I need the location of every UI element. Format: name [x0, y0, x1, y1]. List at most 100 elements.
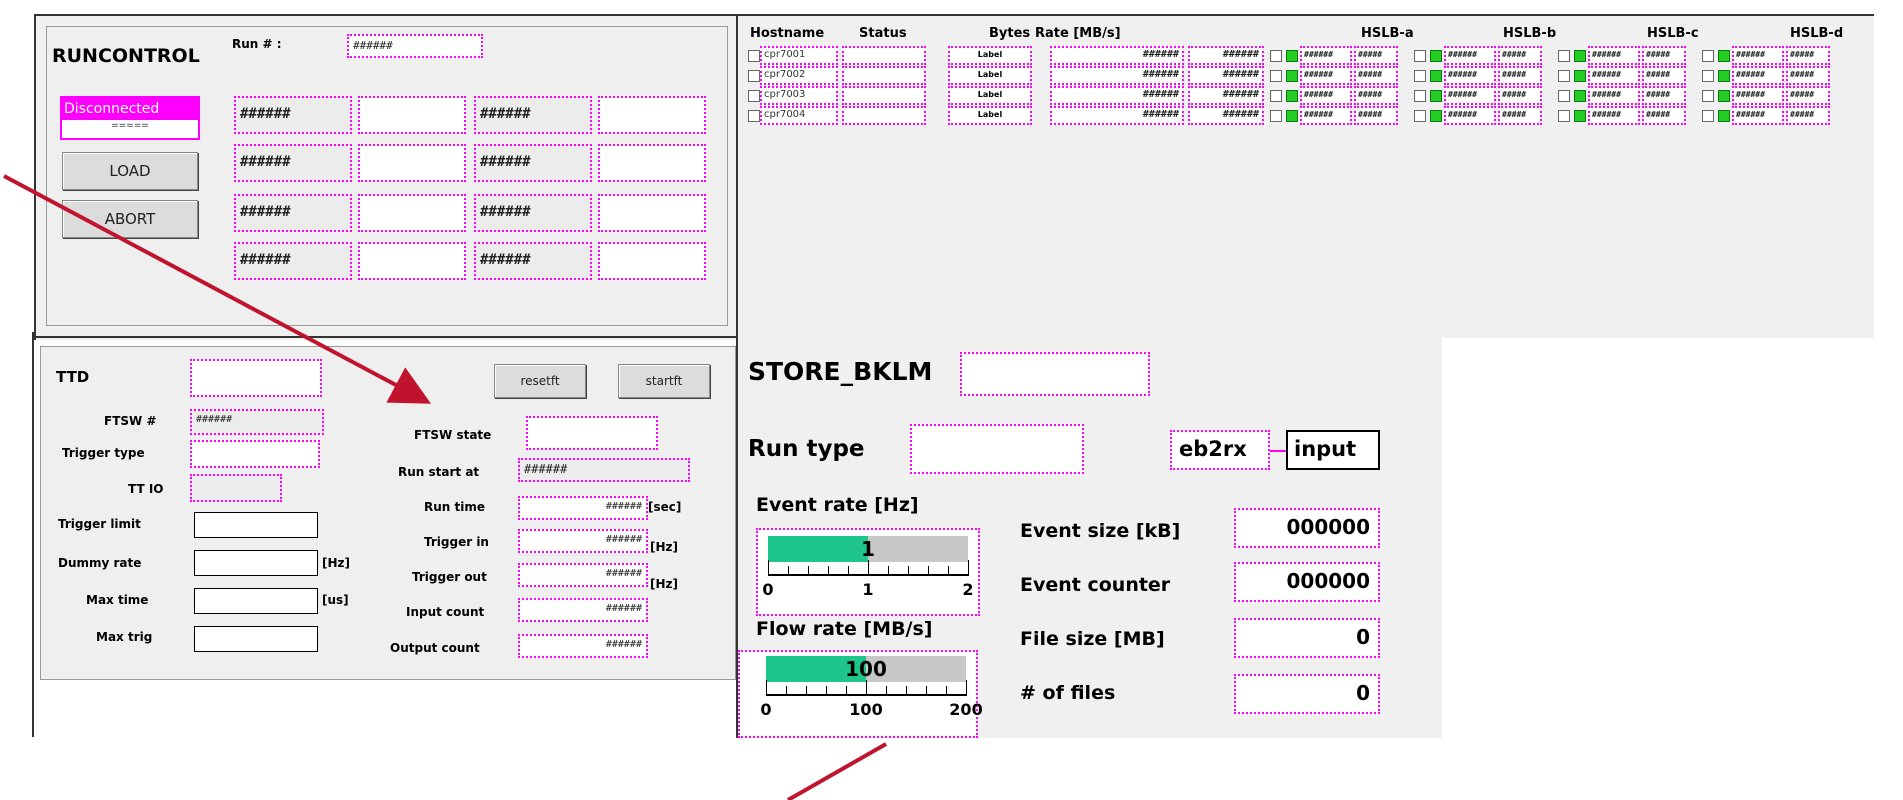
- scale-tick: [766, 680, 767, 696]
- load-button[interactable]: LOAD: [62, 152, 198, 190]
- host-status: [842, 66, 926, 85]
- hslb-checkbox[interactable]: [1702, 70, 1714, 82]
- host-checkbox[interactable]: [748, 70, 760, 82]
- host-label: Label: [948, 86, 1032, 105]
- trigger-type-value: [190, 440, 320, 468]
- event-counter-label: Event counter: [1020, 574, 1171, 596]
- runcontrol-title: RUNCONTROL: [52, 45, 200, 67]
- hslb-status-led: [1430, 110, 1442, 122]
- trigger-out-label: Trigger out: [412, 570, 487, 584]
- num-files-value: 0: [1234, 674, 1380, 714]
- dummy-rate-input[interactable]: [194, 550, 318, 576]
- hslb-status-led: [1286, 50, 1298, 62]
- run-time-value: ######: [518, 496, 648, 520]
- scale-tick: [948, 566, 949, 576]
- scale-tick: [966, 680, 967, 696]
- scale-tick: [968, 560, 969, 576]
- hslb-checkbox[interactable]: [1558, 110, 1570, 122]
- hslb-checkbox[interactable]: [1414, 90, 1426, 102]
- hslb-value-2: #####: [1354, 66, 1398, 85]
- host-name: cpr7001: [760, 46, 838, 65]
- ttio-label: TT IO: [128, 482, 164, 496]
- run-time-unit: [sec]: [648, 500, 682, 514]
- hslb-status-led: [1430, 90, 1442, 102]
- hslb-value: ######: [1588, 86, 1640, 105]
- hslb-checkbox[interactable]: [1414, 50, 1426, 62]
- host-checkbox[interactable]: [748, 110, 760, 122]
- host-status: [842, 106, 926, 125]
- scale-tick: [848, 566, 849, 576]
- scale-label: 0: [762, 580, 774, 599]
- host-bytes: ######: [1050, 66, 1184, 85]
- host-checkbox[interactable]: [748, 50, 760, 62]
- trigger-in-value: ######: [518, 529, 648, 553]
- hslb-value-2: #####: [1498, 106, 1542, 125]
- host-name: cpr7003: [760, 86, 838, 105]
- run-type-value: [910, 424, 1084, 474]
- hslb-status-led: [1430, 70, 1442, 82]
- host-checkbox[interactable]: [748, 90, 760, 102]
- scale-tick: [806, 686, 807, 696]
- hslb-value-2: #####: [1642, 86, 1686, 105]
- host-label: Label: [948, 46, 1032, 65]
- hslb-checkbox[interactable]: [1558, 70, 1570, 82]
- hslb-status-led: [1574, 90, 1586, 102]
- runcontrol-cell: [598, 194, 706, 232]
- hslb-value: ######: [1732, 86, 1784, 105]
- col-hostname: Hostname: [750, 26, 825, 41]
- hslb-value-2: #####: [1354, 106, 1398, 125]
- hslb-value-2: #####: [1498, 86, 1542, 105]
- hslb-checkbox[interactable]: [1414, 70, 1426, 82]
- scale-tick: [866, 680, 867, 696]
- scale-tick: [808, 566, 809, 576]
- runcontrol-cell: [598, 242, 706, 280]
- runcontrol-cell: ######: [474, 242, 592, 280]
- hslb-checkbox[interactable]: [1270, 90, 1282, 102]
- hslb-status-led: [1430, 50, 1442, 62]
- ttio-value: [190, 474, 282, 502]
- hslb-status-led: [1718, 90, 1730, 102]
- scale-tick: [826, 686, 827, 696]
- hslb-checkbox[interactable]: [1702, 110, 1714, 122]
- max-trig-input[interactable]: [194, 626, 318, 652]
- abort-button[interactable]: ABORT: [62, 200, 198, 238]
- hslb-checkbox[interactable]: [1558, 90, 1570, 102]
- trigger-in-unit: [Hz]: [650, 540, 678, 554]
- eb2rx-connector: [1270, 450, 1286, 452]
- scale-label: 200: [949, 700, 983, 719]
- hslb-checkbox[interactable]: [1270, 70, 1282, 82]
- hslb-value-2: #####: [1786, 86, 1830, 105]
- runcontrol-cell: ######: [234, 96, 352, 134]
- run-start-label: Run start at: [398, 465, 480, 479]
- hslb-value-2: #####: [1354, 46, 1398, 65]
- max-time-input[interactable]: [194, 588, 318, 614]
- hslb-checkbox[interactable]: [1702, 90, 1714, 102]
- hslb-value-2: #####: [1498, 66, 1542, 85]
- hslb-value: ######: [1444, 86, 1496, 105]
- trigger-in-label: Trigger in: [424, 535, 489, 549]
- col-hslb-c: HSLB-c: [1647, 26, 1699, 41]
- hslb-status-led: [1286, 90, 1298, 102]
- flow-rate-value: 100: [845, 657, 887, 681]
- hslb-checkbox[interactable]: [1270, 50, 1282, 62]
- resetft-button[interactable]: resetft: [494, 364, 586, 398]
- trigger-limit-input[interactable]: [194, 512, 318, 538]
- hslb-value: ######: [1444, 66, 1496, 85]
- ftsw-num-label: FTSW #: [104, 414, 157, 428]
- hslb-checkbox[interactable]: [1414, 110, 1426, 122]
- output-count-label: Output count: [390, 641, 480, 655]
- hslb-value: ######: [1732, 106, 1784, 125]
- max-trig-label: Max trig: [96, 630, 153, 644]
- hslb-value-2: #####: [1786, 66, 1830, 85]
- hslb-value: ######: [1444, 106, 1496, 125]
- run-number-label: Run # :: [232, 37, 282, 51]
- hslb-value-2: #####: [1786, 46, 1830, 65]
- scale-tick: [886, 686, 887, 696]
- hslb-checkbox[interactable]: [1558, 50, 1570, 62]
- startft-button[interactable]: startft: [618, 364, 710, 398]
- hslb-checkbox[interactable]: [1270, 110, 1282, 122]
- runcontrol-cell: [358, 96, 466, 134]
- scale-tick: [868, 560, 869, 576]
- runcontrol-cell: ######: [474, 144, 592, 182]
- hslb-checkbox[interactable]: [1702, 50, 1714, 62]
